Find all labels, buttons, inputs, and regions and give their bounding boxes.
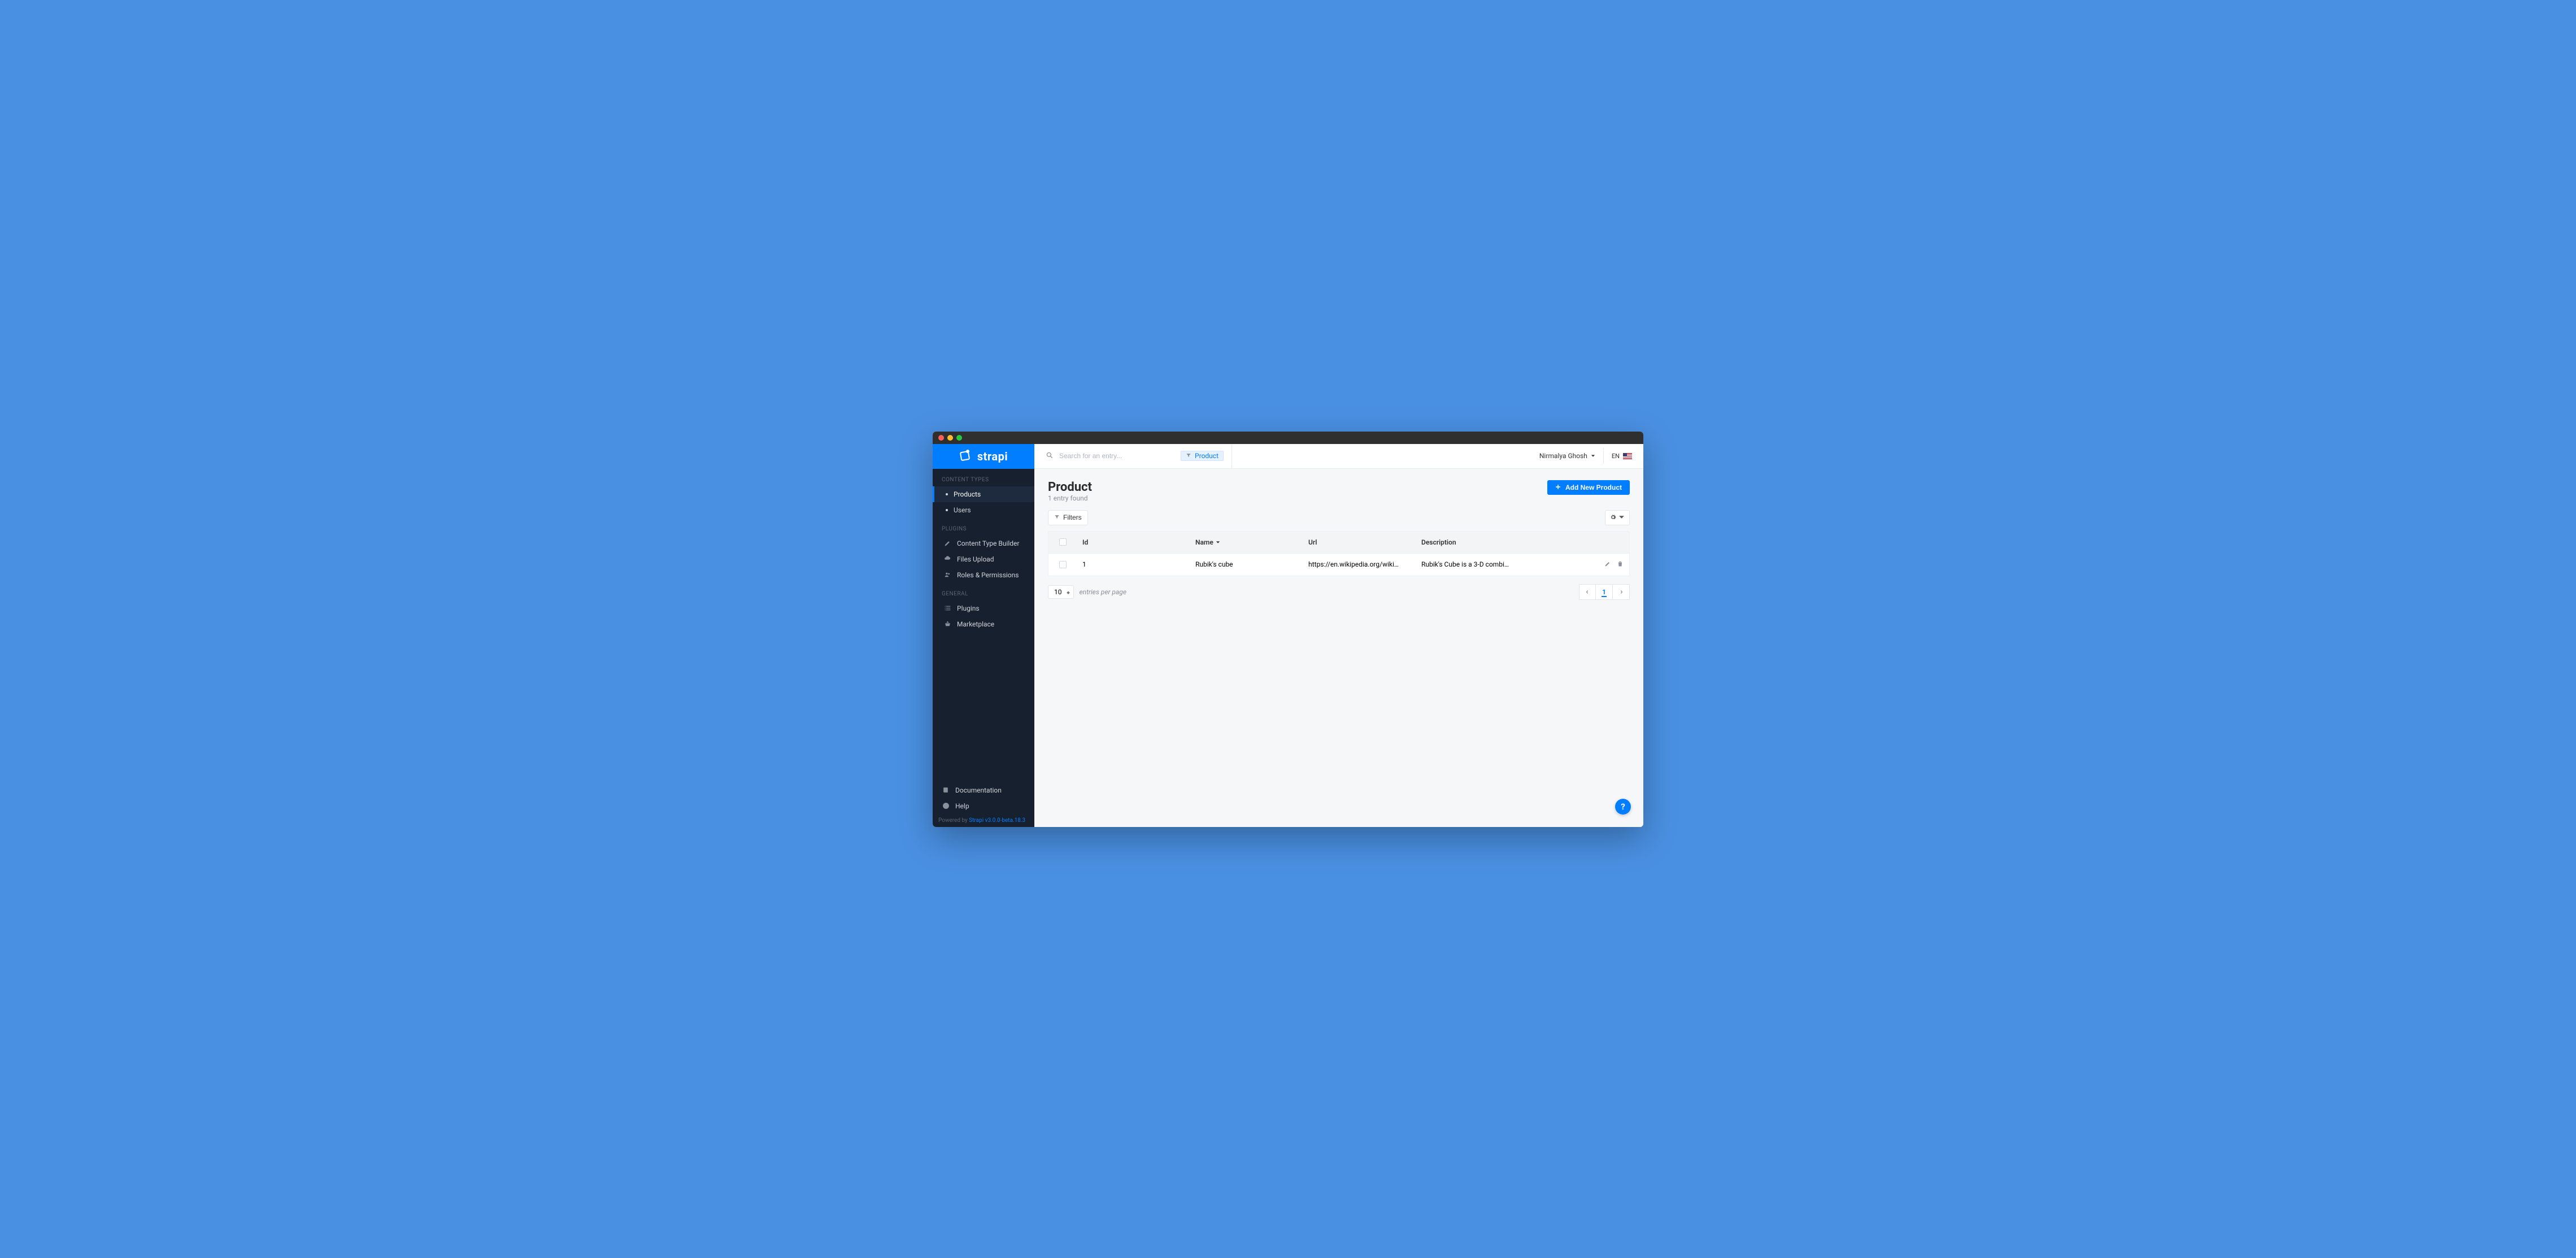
search-scope-label: Product	[1195, 452, 1219, 460]
sidebar: strapi Content Types Products Users Plug…	[933, 444, 1034, 827]
app-window: strapi Content Types Products Users Plug…	[933, 432, 1643, 827]
sidebar-item-label: Documentation	[955, 786, 1002, 794]
sidebar-item-label: Content Type Builder	[957, 539, 1019, 547]
sidebar-item-marketplace[interactable]: Marketplace	[933, 616, 1034, 632]
search-icon	[1046, 451, 1054, 462]
table-footer: 10 entries per page 1	[1048, 584, 1630, 600]
column-header-name[interactable]: Name	[1190, 532, 1303, 553]
pagination: 1	[1579, 584, 1630, 600]
table-settings-button[interactable]	[1605, 510, 1630, 525]
sidebar-item-products[interactable]: Products	[933, 486, 1034, 502]
entries-per-page-label: entries per page	[1080, 588, 1126, 596]
data-table: Id Name Url Description 1 Rubik's cube	[1048, 531, 1630, 576]
users-icon	[943, 571, 951, 578]
row-checkbox[interactable]	[1059, 561, 1067, 568]
filters-label: Filters	[1063, 513, 1082, 521]
page-title: Product	[1048, 480, 1092, 494]
next-page-button[interactable]	[1613, 584, 1630, 600]
cell-name: Rubik's cube	[1195, 560, 1233, 568]
search-input[interactable]	[1059, 452, 1175, 460]
help-fab[interactable]: ?	[1615, 799, 1631, 815]
filter-icon	[1186, 452, 1191, 460]
sidebar-item-documentation[interactable]: Documentation	[933, 782, 1034, 798]
table-row[interactable]: 1 Rubik's cube https://en.wikipedia.org/…	[1048, 553, 1629, 576]
table-header-row: Id Name Url Description	[1048, 532, 1629, 553]
sidebar-item-label: Plugins	[957, 604, 980, 612]
page-header: Product 1 entry found Add New Product	[1048, 480, 1630, 502]
prev-page-button[interactable]	[1579, 584, 1596, 600]
sidebar-item-label: Users	[954, 506, 971, 514]
edit-icon[interactable]	[1604, 560, 1611, 569]
search-scope-badge[interactable]: Product	[1181, 451, 1224, 461]
filters-button[interactable]: Filters	[1048, 510, 1088, 525]
powered-by: Powered by Strapi v3.0.0-beta.18.3	[933, 814, 1034, 827]
delete-icon[interactable]	[1617, 560, 1624, 569]
sidebar-item-label: Marketplace	[957, 620, 994, 628]
sidebar-item-label: Help	[955, 802, 969, 810]
sidebar-item-files-upload[interactable]: Files Upload	[933, 551, 1034, 567]
plus-icon	[1555, 484, 1561, 491]
sidebar-item-users[interactable]: Users	[933, 502, 1034, 518]
filter-icon	[1054, 513, 1060, 521]
strapi-logo-icon	[959, 449, 973, 464]
page-number-button[interactable]: 1	[1596, 584, 1613, 600]
sidebar-item-plugins[interactable]: Plugins	[933, 600, 1034, 616]
section-content-types-label: Content Types	[933, 469, 1034, 486]
search-wrap: Product	[1046, 444, 1232, 468]
column-header-url[interactable]: Url	[1303, 532, 1416, 553]
select-all-checkbox[interactable]	[1059, 538, 1067, 546]
book-icon	[942, 786, 950, 794]
sidebar-item-help[interactable]: Help	[933, 798, 1034, 814]
bullet-icon	[946, 509, 948, 511]
sidebar-item-label: Files Upload	[957, 555, 994, 563]
list-icon	[943, 604, 951, 612]
section-general-label: General	[933, 583, 1034, 600]
language-code: EN	[1612, 452, 1620, 460]
user-name: Nirmalya Ghosh	[1539, 452, 1587, 460]
content-area: Product 1 entry found Add New Product Fi…	[1034, 469, 1643, 827]
user-menu[interactable]: Nirmalya Ghosh	[1539, 448, 1604, 464]
window-maximize-button[interactable]	[956, 435, 962, 441]
caret-down-icon	[1618, 513, 1625, 522]
powered-by-prefix: Powered by	[938, 817, 969, 824]
sidebar-item-roles-permissions[interactable]: Roles & Permissions	[933, 567, 1034, 583]
basket-icon	[943, 620, 951, 628]
cell-url: https://en.wikipedia.org/wiki/Rubik…	[1308, 560, 1399, 568]
column-header-id[interactable]: Id	[1077, 532, 1190, 553]
cell-description: Rubik's Cube is a 3-D combination p…	[1421, 560, 1512, 568]
topbar: Product Nirmalya Ghosh EN	[1034, 444, 1643, 469]
page-subtitle: 1 entry found	[1048, 494, 1092, 502]
column-header-description[interactable]: Description	[1416, 532, 1590, 553]
entries-per-page-value: 10	[1054, 588, 1062, 596]
entries-per-page-select[interactable]: 10	[1048, 585, 1074, 599]
section-plugins-label: Plugins	[933, 518, 1034, 536]
help-fab-label: ?	[1621, 802, 1625, 812]
sidebar-item-label: Roles & Permissions	[957, 571, 1019, 579]
sidebar-item-label: Products	[954, 490, 981, 498]
caret-down-icon	[1591, 452, 1595, 460]
window-titlebar	[933, 432, 1643, 444]
toolbar: Filters	[1048, 510, 1630, 525]
window-minimize-button[interactable]	[947, 435, 953, 441]
us-flag-icon	[1623, 453, 1632, 459]
sort-desc-icon	[1213, 538, 1220, 546]
language-selector[interactable]: EN	[1604, 452, 1632, 460]
add-button-label: Add New Product	[1565, 484, 1622, 491]
brand-text: strapi	[977, 450, 1008, 463]
cloud-upload-icon	[943, 555, 951, 563]
question-circle-icon	[942, 802, 950, 809]
brush-icon	[943, 539, 951, 547]
main-content: Product Nirmalya Ghosh EN Product	[1034, 444, 1643, 827]
sidebar-item-content-type-builder[interactable]: Content Type Builder	[933, 536, 1034, 551]
add-new-product-button[interactable]: Add New Product	[1547, 480, 1630, 495]
powered-by-link[interactable]: Strapi v3.0.0-beta.18.3	[969, 817, 1025, 824]
cell-id: 1	[1082, 560, 1086, 568]
bullet-icon	[946, 493, 948, 495]
gear-icon	[1610, 513, 1616, 522]
brand-bar[interactable]: strapi	[933, 444, 1034, 469]
window-close-button[interactable]	[938, 435, 944, 441]
